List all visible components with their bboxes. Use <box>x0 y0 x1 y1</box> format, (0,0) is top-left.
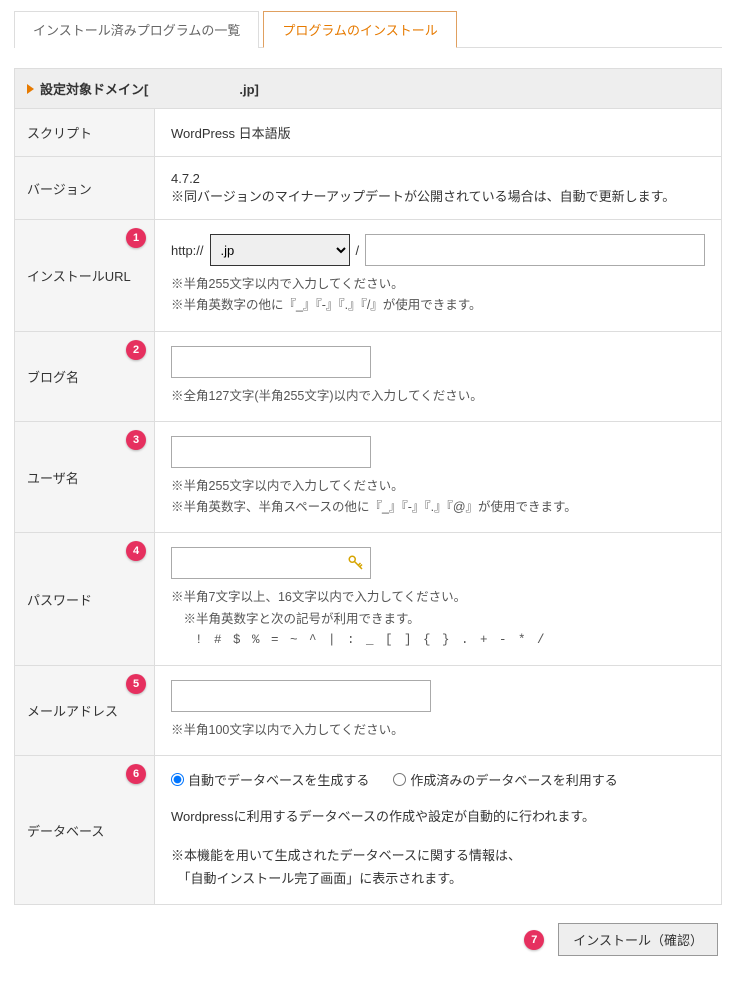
label-email: メールアドレス <box>27 704 118 719</box>
footer: 7 インストール（確認） <box>14 905 722 974</box>
badge-4: 4 <box>126 541 146 561</box>
radio-db-auto-input[interactable] <box>171 773 184 786</box>
database-desc: Wordpressに利用するデータベースの作成や設定が自動的に行われます。 <box>171 805 705 828</box>
install-confirm-button[interactable]: インストール（確認） <box>558 923 718 956</box>
badge-5: 5 <box>126 674 146 694</box>
user-name-input[interactable] <box>171 436 371 468</box>
version-note: ※同バージョンのマイナーアップデートが公開されている場合は、自動で更新します。 <box>171 186 705 205</box>
label-version: バージョン <box>15 157 155 220</box>
form-table: スクリプト WordPress 日本語版 バージョン 4.7.2 ※同バージョン… <box>14 108 722 905</box>
header-prefix: 設定対象ドメイン[ <box>40 82 148 97</box>
badge-3: 3 <box>126 430 146 450</box>
user-name-hint2: ※半角英数字、半角スペースの他に『_』『-』『.』『@』が使用できます。 <box>171 497 705 518</box>
url-slash: / <box>356 243 360 258</box>
label-user-name: ユーザ名 <box>27 471 79 486</box>
badge-1: 1 <box>126 228 146 248</box>
user-name-hint1: ※半角255文字以内で入力してください。 <box>171 476 705 497</box>
label-script: スクリプト <box>15 109 155 157</box>
email-input[interactable] <box>171 680 431 712</box>
install-path-input[interactable] <box>365 234 705 266</box>
label-password: パスワード <box>27 593 92 608</box>
blog-name-hint: ※全角127文字(半角255文字)以内で入力してください。 <box>171 386 705 407</box>
badge-2: 2 <box>126 340 146 360</box>
value-version: 4.7.2 <box>171 171 705 186</box>
label-database: データベース <box>27 824 104 839</box>
radio-db-existing[interactable]: 作成済みのデータベースを利用する <box>393 770 617 789</box>
header-domain: .jp <box>148 82 254 97</box>
password-hint1: ※半角7文字以上、16文字以内で入力してください。 <box>171 587 705 608</box>
tab-installed[interactable]: インストール済みプログラムの一覧 <box>14 11 259 48</box>
password-hint2: ※半角英数字と次の記号が利用できます。 <box>171 609 705 630</box>
install-url-hint1: ※半角255文字以内で入力してください。 <box>171 274 705 295</box>
database-note1: ※本機能を用いて生成されたデータベースに関する情報は、 <box>171 844 705 867</box>
email-hint: ※半角100文字以内で入力してください。 <box>171 720 705 741</box>
label-blog-name: ブログ名 <box>27 370 79 385</box>
label-install-url: インストールURL <box>27 269 131 284</box>
url-scheme: http:// <box>171 243 204 258</box>
badge-6: 6 <box>126 764 146 784</box>
arrow-right-icon <box>27 84 34 94</box>
radio-db-auto-label: 自動でデータベースを生成する <box>188 770 369 789</box>
header-suffix: ] <box>255 82 259 97</box>
install-url-hint2: ※半角英数字の他に『_』『-』『.』『/』が使用できます。 <box>171 295 705 316</box>
badge-7: 7 <box>524 930 544 950</box>
blog-name-input[interactable] <box>171 346 371 378</box>
database-note2: 「自動インストール完了画面」に表示されます。 <box>171 867 705 890</box>
tabs: インストール済みプログラムの一覧 プログラムのインストール <box>14 10 722 48</box>
password-hint3: ! # $ % = ~ ^ | : _ [ ] { } . + - * / <box>171 630 705 651</box>
radio-db-existing-input[interactable] <box>393 773 406 786</box>
radio-db-existing-label: 作成済みのデータベースを利用する <box>410 770 617 789</box>
tab-install[interactable]: プログラムのインストール <box>263 11 456 48</box>
radio-db-auto[interactable]: 自動でデータベースを生成する <box>171 770 369 789</box>
panel-header: 設定対象ドメイン[ .jp] <box>14 68 722 108</box>
password-input[interactable] <box>171 547 371 579</box>
value-script: WordPress 日本語版 <box>155 109 722 157</box>
domain-select[interactable]: .jp <box>210 234 350 266</box>
